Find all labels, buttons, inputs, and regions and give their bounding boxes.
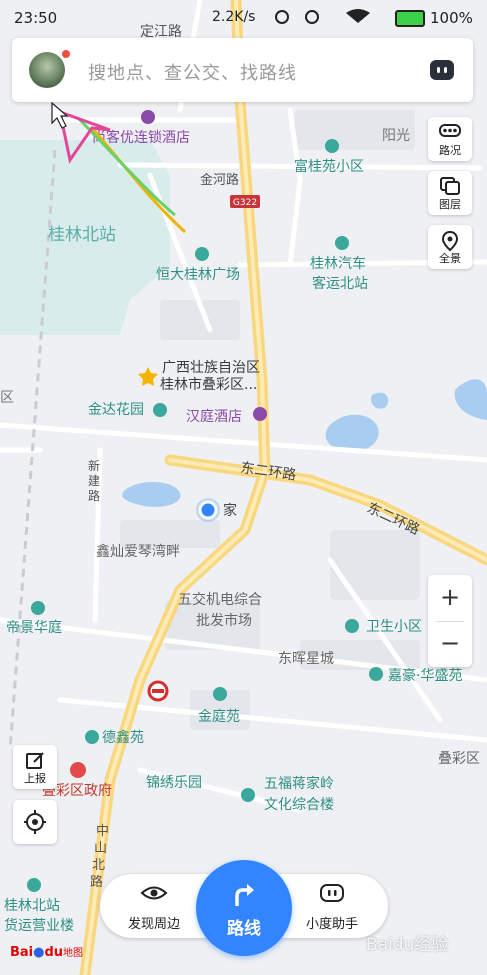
label-donghui: 东晖星城: [278, 651, 334, 667]
label-guangxi-1: 广西壮族自治区: [162, 360, 260, 376]
g322-label: G322: [233, 198, 257, 208]
residential-icon: [31, 601, 45, 615]
traffic-button[interactable]: 路况: [428, 117, 472, 161]
label-xinjian-2: 建: [88, 474, 100, 488]
panorama-label: 全景: [439, 252, 461, 265]
building-icon: [241, 788, 255, 802]
search-bar[interactable]: 搜地点、查公交、找路线: [12, 38, 473, 102]
route-button[interactable]: 路线: [196, 860, 292, 956]
label-weisheng: 卫生小区: [366, 619, 422, 635]
assistant-label: 小度助手: [305, 917, 358, 932]
label-guangxi-2: 桂林市叠彩区...: [160, 376, 257, 393]
layers-label: 图层: [439, 198, 461, 211]
label-jinting: 金庭苑: [198, 708, 240, 725]
search-input[interactable]: 搜地点、查公交、找路线: [88, 59, 297, 85]
label-wujiao-1: 五交机电综合: [178, 591, 262, 608]
zoom-out-button[interactable]: −: [428, 621, 472, 667]
garden-icon: [153, 403, 167, 417]
label-xinjian-3: 路: [88, 488, 100, 503]
label-diecai: 叠彩区: [438, 751, 480, 767]
wifi-icon: [346, 9, 370, 23]
residential-icon: [213, 687, 227, 701]
status-battery-pct: 100%: [430, 9, 473, 27]
route-label: 路线: [227, 919, 261, 939]
label-fuguiyuan: 富桂苑小区: [294, 158, 364, 175]
battery-icon: [395, 10, 425, 27]
hotel-icon: [253, 407, 267, 421]
label-bus-station-2: 客运北站: [312, 275, 368, 292]
mall-icon: [195, 247, 209, 261]
label-jinhe-road: 金河路: [200, 172, 239, 188]
label-dihui: 帝景华庭: [6, 619, 62, 636]
label-guilin-north: 桂林北站: [48, 225, 116, 245]
residential-icon: [345, 619, 359, 633]
edit-icon: [26, 752, 44, 769]
residential-icon: [369, 667, 383, 681]
alarm-icon: [275, 10, 289, 24]
robot-face-icon[interactable]: [430, 60, 454, 80]
alarm-icon: [305, 10, 319, 24]
label-jiahao: 嘉豪·华盛苑: [388, 668, 462, 684]
zoom-in-button[interactable]: +: [428, 575, 472, 621]
status-time: 23:50: [14, 9, 58, 27]
label-dexin: 德鑫苑: [102, 729, 144, 746]
label-zhongshan-1: 中: [96, 824, 109, 839]
discover-nearby-button[interactable]: 发现周边: [114, 882, 194, 932]
label-xinhao: 鑫灿爱琴湾畔: [96, 543, 180, 560]
label-home: 家: [223, 502, 237, 519]
label-wufu-1: 五福蒋家岭: [264, 775, 334, 792]
label-wufu-2: 文化综合楼: [264, 797, 334, 813]
label-bus-station-1: 桂林汽车: [310, 255, 366, 272]
my-location-icon: [198, 500, 218, 520]
building-icon: [27, 878, 41, 892]
map-canvas[interactable]: G322 定江路 尚客优连锁酒店 阳光 富桂苑小区 金河路 桂林北站 恒大桂林广…: [0, 0, 487, 975]
label-zhongshan-4: 路: [90, 874, 103, 890]
status-icons: [275, 9, 370, 24]
label-hengda: 恒大桂林广场: [156, 267, 240, 283]
paw-icon: ●: [33, 945, 45, 960]
locate-button[interactable]: [13, 800, 57, 844]
robot-face-icon: [320, 884, 344, 902]
crosshair-icon: [24, 810, 46, 834]
eye-icon: [140, 886, 168, 900]
label-hanting: 汉庭酒店: [186, 408, 242, 425]
assistant-button[interactable]: 小度助手: [292, 882, 372, 932]
status-bar: 23:50 2.2K/s 100%: [0, 0, 487, 34]
zoom-control: + −: [428, 575, 472, 667]
turn-arrow-icon: [235, 884, 254, 906]
government-icon: [70, 762, 86, 778]
label-zhongshan-3: 北: [92, 858, 105, 873]
label-guilin-north-2: 桂林北站: [4, 898, 60, 914]
residential-icon: [325, 139, 339, 153]
notification-dot: [62, 50, 70, 58]
report-button[interactable]: 上报: [13, 745, 57, 789]
layers-button[interactable]: 图层: [428, 171, 472, 215]
logo-du: du: [44, 945, 64, 960]
layers-icon: [440, 177, 460, 195]
label-zhongshan-2: 山: [94, 841, 107, 856]
label-jinxiu: 锦绣乐园: [146, 774, 202, 791]
location-pin-icon: [441, 230, 459, 252]
no-entry-bar: [152, 689, 164, 693]
status-net-speed: 2.2K/s: [212, 9, 256, 25]
residential-icon: [85, 730, 99, 744]
bus-station-icon: [335, 236, 349, 250]
panorama-button[interactable]: 全景: [428, 225, 472, 269]
label-yangguang: 阳光: [382, 128, 410, 144]
traffic-label: 路况: [439, 144, 461, 157]
report-label: 上报: [24, 772, 46, 785]
label-freight: 货运营业楼: [4, 917, 74, 934]
logo-map: 地图: [63, 948, 84, 959]
hotel-icon: [141, 110, 155, 124]
baidu-map-logo: Bai●du地图: [10, 944, 83, 960]
label-xinjian-1: 新: [88, 458, 100, 473]
label-qu: 区: [0, 390, 14, 406]
logo-bai: Bai: [10, 945, 34, 960]
avatar[interactable]: [29, 52, 65, 88]
label-jinda: 金达花园: [88, 402, 144, 418]
traffic-icon: [439, 124, 461, 137]
discover-label: 发现周边: [127, 917, 180, 932]
label-wujiao-2: 批发市场: [196, 612, 252, 629]
watermark: Baidu经验: [366, 935, 449, 955]
